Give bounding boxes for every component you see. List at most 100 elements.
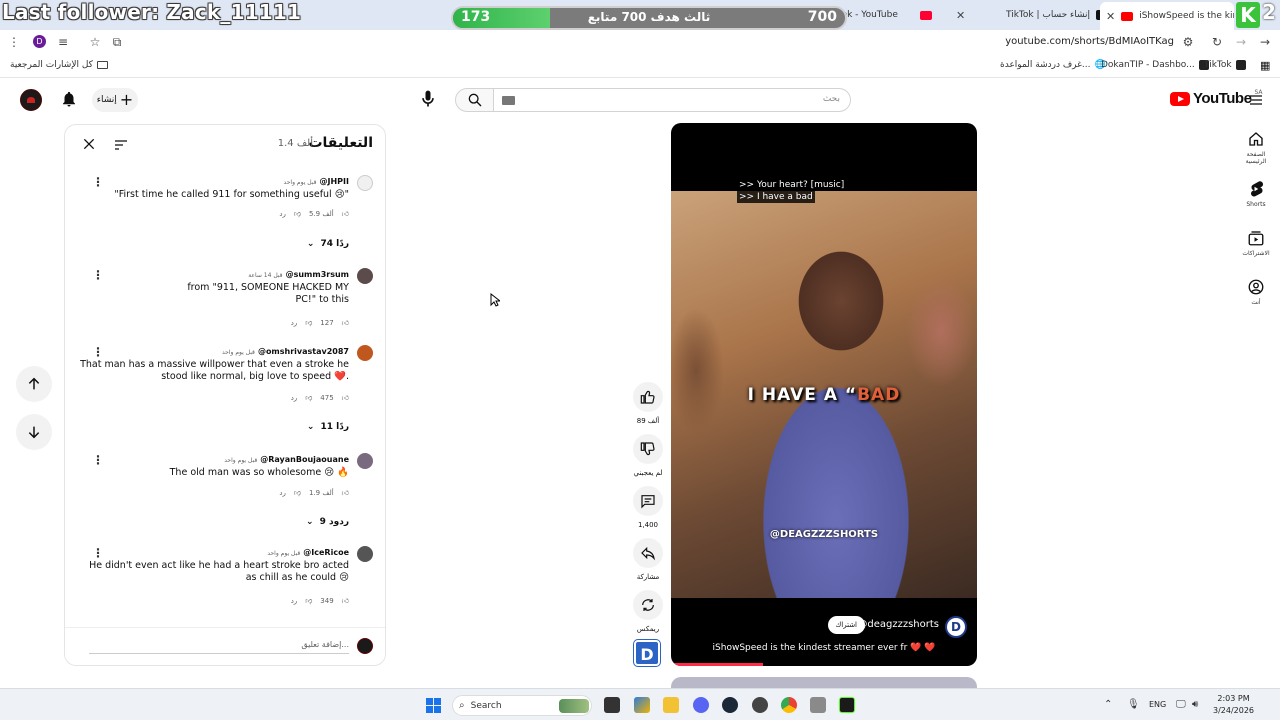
guide-home[interactable]: الصفحة الرئيسية (1236, 130, 1276, 165)
install-app-icon[interactable]: ⧉ (110, 35, 124, 49)
commenter-avatar[interactable] (357, 268, 373, 284)
add-comment-input[interactable]: إضافة تعليق... (89, 640, 349, 654)
next-short-button[interactable] (16, 414, 52, 450)
url-field[interactable]: youtube.com/shorts/BdMIAoITKag (1005, 36, 1174, 47)
windows-start-icon[interactable] (426, 698, 441, 713)
site-settings-icon[interactable]: ⚙ (1181, 35, 1195, 49)
comments-button[interactable]: 1,400 (632, 486, 664, 529)
remix-button[interactable]: ريمكس (632, 590, 664, 633)
dislike-comment-icon[interactable]: 👎︎ (305, 596, 312, 605)
comment-author[interactable]: @summ3rsum (286, 270, 349, 279)
dislike-comment-icon[interactable]: 👎︎ (305, 318, 312, 327)
browser-tab[interactable]: ✕ (914, 4, 1004, 26)
dislike-comment-icon[interactable]: 👎︎ (305, 393, 312, 402)
channel-name[interactable]: @deagzzzshorts (857, 619, 939, 630)
reply-button[interactable]: رد (291, 394, 298, 402)
kick-app-icon[interactable] (839, 697, 855, 713)
reply-button[interactable]: رد (279, 210, 286, 218)
guide-menu-button[interactable] (1248, 92, 1264, 108)
subscribe-button[interactable]: اشتراك (827, 616, 865, 634)
like-button[interactable]: 89 ألف (632, 382, 664, 425)
bookmark-star-icon[interactable]: ☆ (88, 35, 102, 49)
comment-more-icon[interactable]: ⋮ (92, 546, 104, 560)
commenter-avatar[interactable] (357, 546, 373, 562)
tray-overflow-icon[interactable]: ⌃ (1104, 699, 1112, 710)
dislike-comment-icon[interactable]: 👎︎ (294, 488, 301, 497)
microphone-tray-icon[interactable]: 🎙︎ (1127, 699, 1140, 710)
widgets-icon[interactable] (634, 697, 650, 713)
bookmark-tiktok[interactable]: TikTok (1204, 60, 1246, 70)
like-comment-icon[interactable]: 👍︎ (342, 209, 349, 218)
close-tab-icon[interactable]: ✕ (1106, 10, 1115, 23)
like-comment-icon[interactable]: 👍︎ (342, 393, 349, 402)
guide-subscriptions[interactable]: الاشتراكات (1236, 229, 1276, 257)
short-title[interactable]: iShowSpeed is the kindest streamer ever … (671, 643, 977, 653)
chrome-icon[interactable] (781, 697, 797, 713)
taskbar-search[interactable]: ⌕ Search (452, 695, 592, 716)
dislike-comment-icon[interactable]: 👎︎ (294, 209, 301, 218)
settings-icon[interactable] (810, 697, 826, 713)
previous-short-button[interactable] (16, 366, 52, 402)
like-comment-icon[interactable]: 👍︎ (342, 596, 349, 605)
clock[interactable]: 2:03 PM 3/24/2026 (1213, 693, 1254, 717)
comment-more-icon[interactable]: ⋮ (92, 345, 104, 359)
like-comment-icon[interactable]: 👍︎ (342, 318, 349, 327)
browser-tab-active[interactable]: ✕ iShowSpeed is the kindest (1100, 2, 1234, 30)
commenter-avatar[interactable] (357, 175, 373, 191)
share-button[interactable]: مشاركة (632, 538, 664, 581)
task-view-icon[interactable] (604, 697, 620, 713)
comment-author[interactable]: @JHPII (320, 177, 350, 186)
browser-tab[interactable]: TikTok | إنشاء حساب (1000, 4, 1100, 26)
voice-search-button[interactable] (418, 89, 440, 111)
network-icon[interactable]: 🖵 (1176, 699, 1186, 710)
dislike-button[interactable]: لم يعجبني (632, 434, 664, 477)
view-replies-button[interactable]: ⌄ 74 ردًا (307, 239, 349, 249)
input-language[interactable]: ENG (1149, 700, 1166, 709)
sort-comments-button[interactable] (113, 137, 129, 153)
account-avatar[interactable] (20, 89, 42, 111)
reload-icon[interactable]: ↻ (1210, 35, 1224, 49)
channel-avatar-small[interactable]: D (634, 640, 660, 666)
volume-icon[interactable]: 🔊︎ (1192, 699, 1198, 710)
commenter-avatar[interactable] (357, 453, 373, 469)
apps-grid-icon[interactable]: ▦ (1260, 59, 1270, 72)
view-replies-button[interactable]: ⌄ 9 ردود (306, 517, 349, 527)
view-replies-button[interactable]: ⌄ 11 ردًا (307, 422, 349, 432)
comment-text: from "911, SOMEONE HACKED MY PC!" to thi… (187, 282, 349, 305)
forward-icon[interactable]: → (1234, 35, 1248, 49)
close-tab-icon[interactable]: ✕ (956, 9, 965, 22)
like-comment-icon[interactable]: 👍︎ (342, 488, 349, 497)
guide-you[interactable]: أنت (1236, 278, 1276, 306)
reply-button[interactable]: رد (291, 319, 298, 327)
more-options-icon[interactable]: ⋮ (7, 35, 21, 49)
bookmark-dokan[interactable]: DokanTIP - Dashbo... (1101, 60, 1209, 70)
comment-more-icon[interactable]: ⋮ (92, 453, 104, 467)
reply-button[interactable]: رد (279, 489, 286, 497)
steam-icon[interactable] (722, 697, 738, 713)
back-icon[interactable]: → (1258, 35, 1272, 49)
reading-list-icon[interactable]: ≡ (56, 35, 70, 49)
create-button[interactable]: إنشاء + (92, 88, 138, 112)
bookmark-all[interactable]: كل الإشارات المرجعية (10, 60, 108, 70)
bookmark-dating[interactable]: غرف دردشة المواعدة... 🌐 (1000, 60, 1106, 70)
search-button[interactable] (455, 88, 494, 112)
close-comments-button[interactable] (82, 137, 96, 151)
keyboard-icon[interactable] (502, 96, 515, 105)
shorts-video-player[interactable]: >> Your heart? [music] >> I have a bad I… (671, 123, 977, 666)
comment-author[interactable]: @RayanBoujaouane (260, 455, 349, 464)
channel-avatar[interactable]: D (945, 616, 967, 638)
video-progress-bar[interactable] (671, 663, 763, 666)
obs-icon[interactable] (752, 697, 768, 713)
profile-avatar[interactable]: D (33, 35, 46, 48)
notifications-button[interactable] (60, 90, 78, 108)
comment-more-icon[interactable]: ⋮ (92, 268, 104, 282)
comment-more-icon[interactable]: ⋮ (92, 175, 104, 189)
search-input[interactable]: بحث (494, 88, 851, 112)
comment-author[interactable]: @IceRicoe (303, 548, 349, 557)
comment-author[interactable]: @omshrivastav2087 (258, 347, 349, 356)
discord-icon[interactable] (693, 697, 709, 713)
reply-button[interactable]: رد (291, 597, 298, 605)
file-explorer-icon[interactable] (663, 697, 679, 713)
guide-shorts[interactable]: Shorts (1236, 180, 1276, 208)
commenter-avatar[interactable] (357, 345, 373, 361)
